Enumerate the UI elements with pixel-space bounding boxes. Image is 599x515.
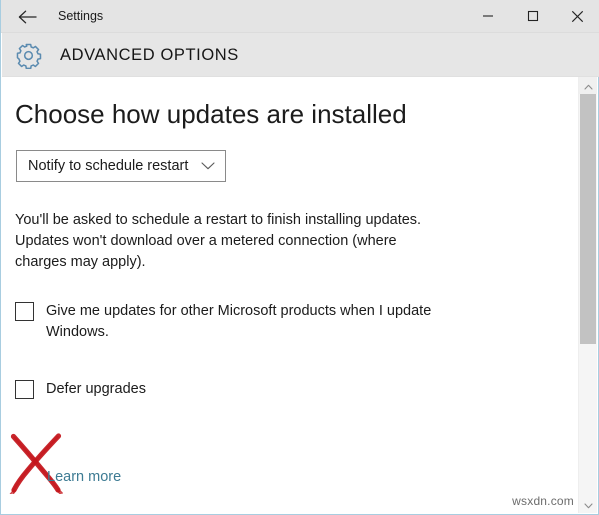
learn-more-link[interactable]: Learn more bbox=[47, 469, 121, 485]
window-controls bbox=[465, 0, 599, 32]
window-title: Settings bbox=[58, 9, 104, 23]
settings-content: Choose how updates are installed Notify … bbox=[2, 77, 580, 513]
maximize-icon bbox=[527, 10, 539, 22]
checkbox-box[interactable] bbox=[15, 380, 34, 399]
checkbox-label: Defer upgrades bbox=[46, 381, 146, 397]
section-heading: Choose how updates are installed bbox=[15, 99, 407, 129]
update-behavior-dropdown[interactable]: Notify to schedule restart bbox=[16, 150, 226, 182]
checkbox-box[interactable] bbox=[15, 302, 34, 321]
back-arrow-icon bbox=[18, 10, 37, 24]
page-header: ADVANCED OPTIONS bbox=[2, 33, 599, 77]
checkbox-defer-upgrades[interactable]: Defer upgrades bbox=[15, 379, 315, 400]
page-title: ADVANCED OPTIONS bbox=[60, 46, 239, 64]
close-icon bbox=[571, 10, 584, 23]
close-button[interactable] bbox=[555, 0, 599, 32]
minimize-icon bbox=[482, 10, 494, 22]
vertical-scrollbar[interactable] bbox=[578, 77, 597, 513]
scrollbar-thumb[interactable] bbox=[580, 94, 596, 344]
maximize-button[interactable] bbox=[510, 0, 555, 32]
gear-icon bbox=[11, 38, 45, 72]
checkbox-microsoft-products[interactable]: Give me updates for other Microsoft prod… bbox=[15, 301, 465, 343]
scroll-down-button[interactable] bbox=[579, 496, 597, 513]
chevron-up-icon bbox=[583, 77, 593, 95]
window-titlebar: Settings bbox=[1, 0, 599, 33]
chevron-down-icon bbox=[201, 162, 215, 171]
scroll-up-button[interactable] bbox=[579, 77, 597, 94]
back-button[interactable] bbox=[9, 1, 45, 32]
watermark: wsxdn.com bbox=[512, 494, 574, 508]
settings-window: Settings ADVANCED OPTIONS Choose how upd… bbox=[0, 0, 599, 515]
description-text: You'll be asked to schedule a restart to… bbox=[15, 212, 422, 270]
dropdown-selected-value: Notify to schedule restart bbox=[28, 158, 189, 174]
checkbox-label: Give me updates for other Microsoft prod… bbox=[46, 303, 432, 340]
chevron-down-icon bbox=[583, 496, 593, 514]
minimize-button[interactable] bbox=[465, 0, 510, 32]
